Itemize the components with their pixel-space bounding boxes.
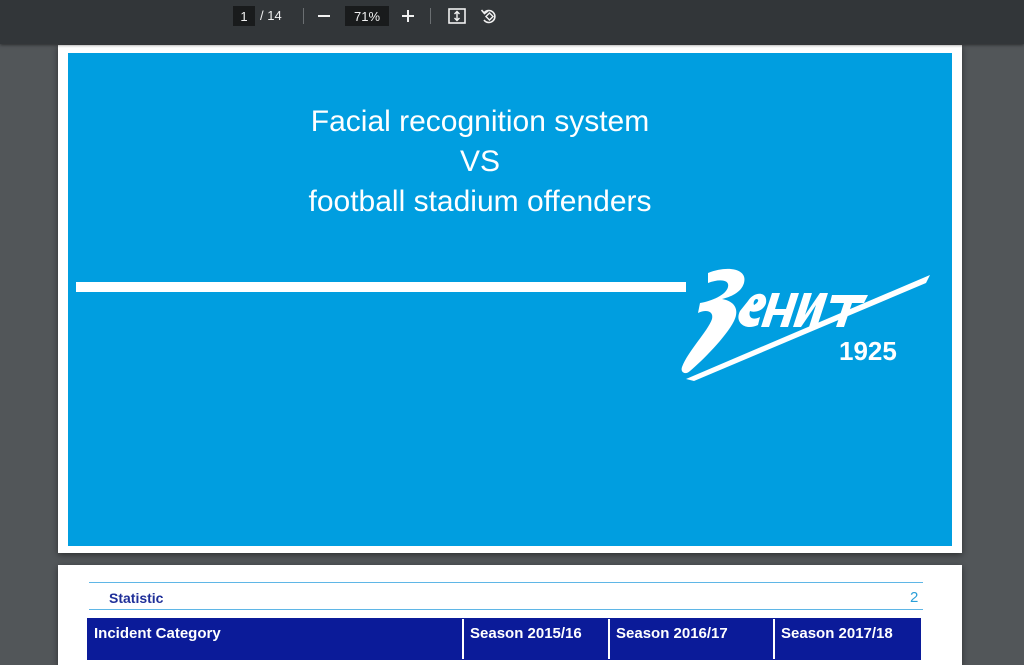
page-number: 2 (910, 589, 919, 606)
slide-title-line-3: football stadium offenders (308, 185, 652, 218)
toolbar-divider (430, 8, 431, 24)
table-header-cell: Season 2015/16 (464, 619, 610, 659)
table-header-cell: Season 2017/18 (781, 625, 893, 642)
minus-icon (318, 15, 330, 17)
pdf-page-1: Facial recognition system VS football st… (58, 45, 962, 553)
zoom-level-value: 71% (353, 8, 381, 24)
logo-year: 1925 (839, 336, 897, 366)
slide-title-line-2: VS (459, 145, 501, 178)
zoom-out-button[interactable] (311, 4, 337, 28)
logo-stripe (76, 282, 686, 292)
zoom-level-field[interactable]: 71% (345, 6, 389, 26)
toolbar-divider (303, 8, 304, 24)
pdf-toolbar: / 14 71% (0, 0, 1024, 44)
pdf-page-2: Statistic 2 Incident Category Season 201… (58, 565, 962, 665)
slide-title-line-1: Facial recognition system (310, 105, 650, 138)
table-header-cell: Incident Category (88, 619, 464, 659)
rotate-button[interactable] (476, 4, 502, 28)
page-total-label: / 14 (260, 8, 282, 23)
rotate-icon (480, 9, 496, 24)
zenit-logo-icon (681, 268, 930, 381)
header-rule (89, 582, 923, 583)
title-slide: Facial recognition system VS football st… (68, 53, 952, 546)
fit-to-page-icon (448, 8, 466, 24)
zoom-in-button[interactable] (395, 4, 421, 28)
page-number-input[interactable] (233, 6, 255, 26)
statistics-table: Incident Category Season 2015/16 Season … (87, 618, 921, 660)
table-header-cell: Season 2016/17 (610, 619, 775, 659)
plus-icon (402, 10, 414, 22)
header-rule (89, 609, 923, 610)
page-heading: Statistic (109, 590, 164, 606)
fit-to-page-button[interactable] (444, 4, 470, 28)
